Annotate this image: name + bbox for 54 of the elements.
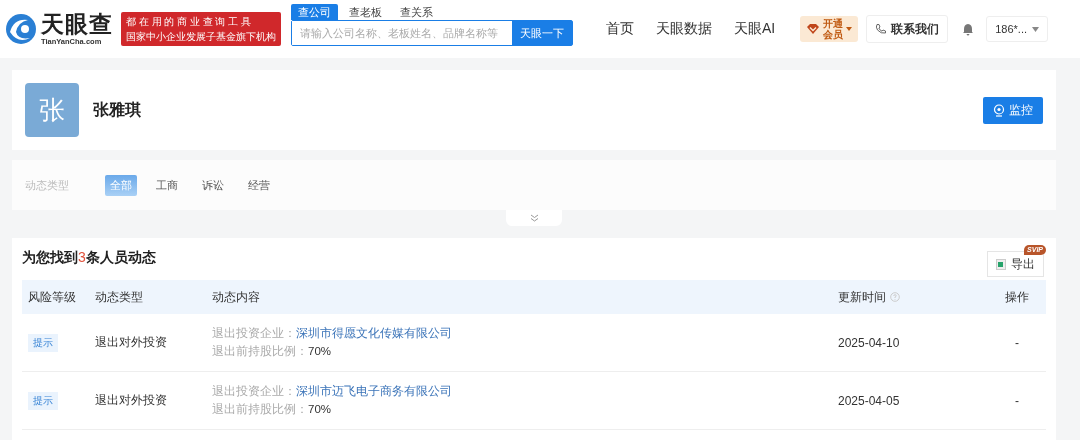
filter-option[interactable]: 诉讼 (197, 174, 229, 196)
results-title: 为您找到3条人员动态 (22, 249, 156, 267)
vip-button[interactable]: 开通会员 (800, 16, 859, 42)
company-link[interactable]: 深圳市得愿文化传媒有限公司 (296, 327, 452, 339)
filter-option[interactable]: 工商 (151, 174, 183, 196)
field-value: 70% (308, 403, 332, 415)
table-cell-text: 退出对外投资 (95, 392, 168, 409)
field-label: 退出投资企业： (212, 385, 296, 397)
diamond-icon (806, 23, 821, 35)
search-tab[interactable]: 查公司 (291, 4, 338, 20)
collapse-tab[interactable] (506, 210, 562, 226)
chevron-down-icon (529, 214, 539, 222)
column-header: 动态类型 (95, 288, 143, 306)
export-button[interactable]: 导出 (987, 251, 1044, 277)
nav-link[interactable]: 天眼数据 (645, 20, 723, 38)
caret-icon (1032, 26, 1040, 32)
search-tab[interactable]: 查关系 (393, 4, 440, 20)
column-header: 风险等级 (28, 288, 76, 306)
field-value: 70% (308, 345, 332, 357)
field-label: 退出投资企业： (212, 327, 296, 339)
user-menu[interactable]: 186*... (986, 16, 1049, 42)
search-field[interactable]: 请输入公司名称、老板姓名、品牌名称等 天眼一下 (291, 20, 573, 46)
filter-option[interactable]: 经营 (243, 174, 275, 196)
risk-tag: 提示 (28, 391, 58, 410)
slogan-banner: 都 在 用 的 商 业 查 询 工 具 国家中小企业发展子基金旗下机构 (121, 12, 281, 46)
field-label: 退出前持股比例： (212, 345, 308, 357)
contact-button[interactable]: 联系我们 (866, 15, 949, 43)
nav-link[interactable]: 天眼AI (723, 20, 787, 38)
column-header: 操作 (1005, 288, 1029, 306)
search-tab[interactable]: 查老板 (342, 4, 389, 20)
column-header: 动态内容 (212, 288, 260, 306)
company-link[interactable]: 深圳市迈飞电子商务有限公司 (296, 385, 452, 397)
bell-icon[interactable] (962, 22, 975, 36)
camera-icon (993, 103, 1005, 117)
table-cell-text: 2025-04-10 (838, 335, 901, 350)
logo-text: 天眼查 (41, 12, 113, 36)
table-cell-text: 退出对外投资 (95, 334, 168, 351)
monitor-button[interactable]: 监控 (983, 96, 1043, 124)
phone-icon (875, 23, 888, 35)
table-cell: - (1015, 335, 1019, 350)
logo-icon (4, 12, 38, 46)
avatar: 张 (25, 83, 79, 137)
column-header: 更新时间 (838, 288, 886, 306)
spreadsheet-icon (996, 258, 1006, 270)
table-cell-text: 2025-04-05 (838, 393, 901, 408)
caret-icon (846, 27, 853, 31)
nav-link[interactable]: 首页 (595, 20, 645, 38)
field-label: 退出前持股比例： (212, 403, 308, 415)
person-name: 张雅琪 (93, 99, 141, 120)
help-icon[interactable] (890, 292, 900, 302)
filter-label: 动态类型 (25, 177, 70, 193)
search-button[interactable]: 天眼一下 (512, 21, 572, 45)
table-cell: - (1015, 393, 1019, 408)
risk-tag: 提示 (28, 333, 58, 352)
